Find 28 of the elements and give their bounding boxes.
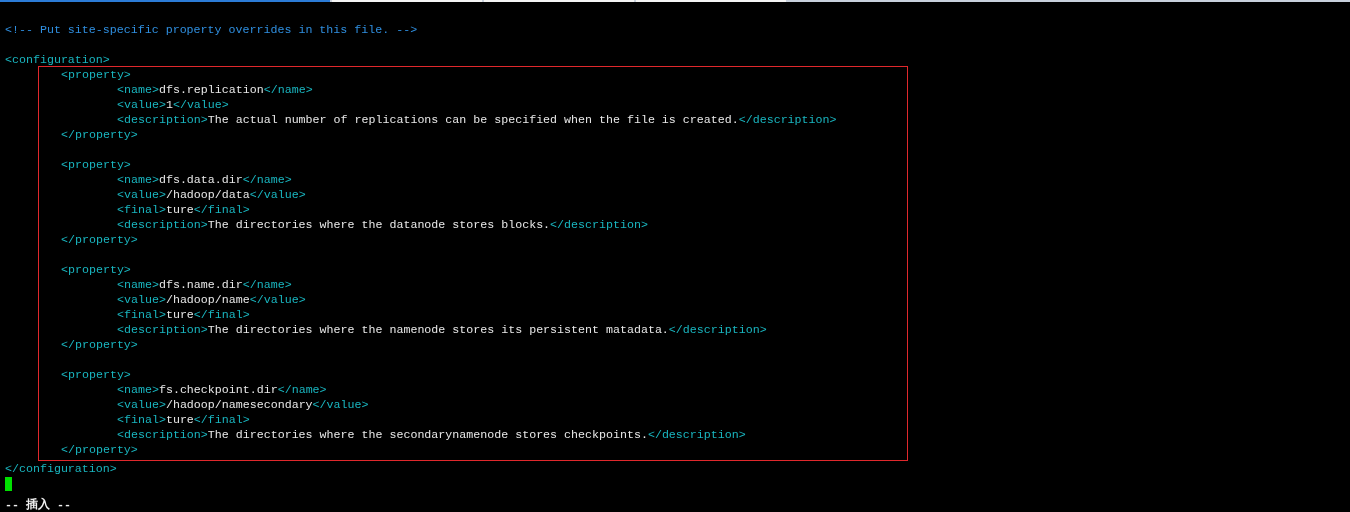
code-line: <property> xyxy=(60,262,131,277)
code-comment: <!-- Put site-specific property overrides in this file. --> xyxy=(5,22,418,37)
mode-indicator: -- 插入 -- xyxy=(5,497,71,512)
code-line: </property> xyxy=(60,337,138,352)
code-line: </property> xyxy=(60,127,138,142)
text-cursor xyxy=(5,477,12,491)
code-line: <property> xyxy=(60,157,131,172)
code-line: <name>dfs.replication</name> xyxy=(116,82,313,97)
code-line: <property> xyxy=(60,367,131,382)
code-line: </configuration> xyxy=(5,461,117,476)
code-line: <final>ture</final> xyxy=(116,307,250,322)
code-line: <final>ture</final> xyxy=(116,202,250,217)
code-line: <value>/hadoop/data</value> xyxy=(116,187,306,202)
code-line: <description>The directories where the namenode stores its persistent matadata.</description> xyxy=(116,322,767,337)
code-line: </property> xyxy=(60,232,138,247)
code-line: <name>dfs.data.dir</name> xyxy=(116,172,292,187)
code-line: <description>The actual number of replications can be specified when the file is created.</description> xyxy=(116,112,837,127)
code-line: <description>The directories where the secondarynamenode stores checkpoints.</description> xyxy=(116,427,746,442)
code-line: <value>1</value> xyxy=(116,97,229,112)
code-line: <configuration> xyxy=(5,52,110,67)
code-line: </property> xyxy=(60,442,138,457)
code-line: <name>dfs.name.dir</name> xyxy=(116,277,292,292)
code-line: <property> xyxy=(60,67,131,82)
code-line: <name>fs.checkpoint.dir</name> xyxy=(116,382,327,397)
code-line: <final>ture</final> xyxy=(116,412,250,427)
code-line: <value>/hadoop/name</value> xyxy=(116,292,306,307)
code-line: <value>/hadoop/namesecondary</value> xyxy=(116,397,369,412)
code-line: <description>The directories where the datanode stores blocks.</description> xyxy=(116,217,648,232)
